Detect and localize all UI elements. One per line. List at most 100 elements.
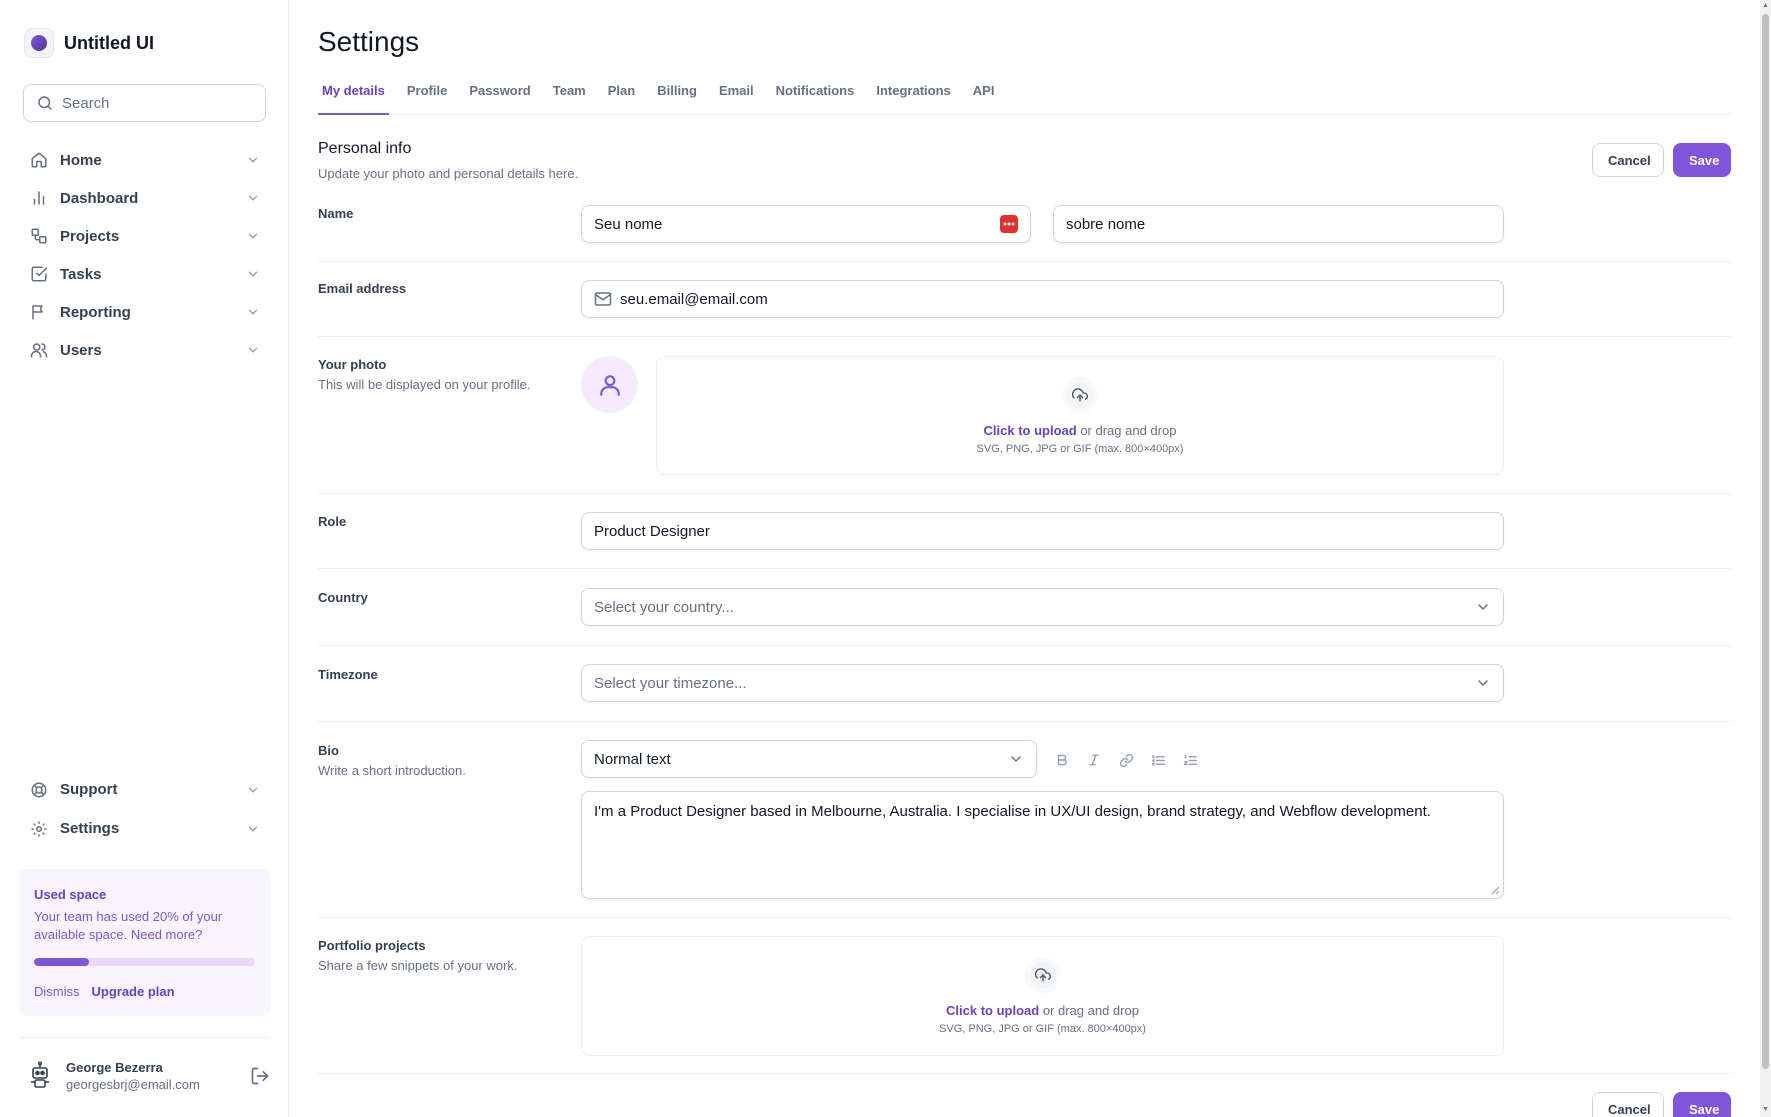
check-square-icon [31, 266, 48, 282]
users-icon [30, 343, 48, 358]
upgrade-plan-button[interactable]: Upgrade plan [92, 984, 175, 999]
numbered-list-button[interactable] [1181, 751, 1199, 769]
usage-card: Used space Your team has used 20% of you… [19, 869, 270, 1016]
text-format-value: Normal text [594, 750, 671, 768]
role-label: Role [318, 514, 347, 529]
tab-plan[interactable]: Plan [604, 78, 639, 115]
divider [318, 917, 1731, 918]
tab-integrations[interactable]: Integrations [872, 78, 954, 115]
photo-upload-dropzone[interactable]: Click to upload or drag and drop SVG, PN… [656, 356, 1504, 475]
dismiss-button[interactable]: Dismiss [34, 984, 80, 999]
chevron-down-icon [1011, 756, 1021, 763]
scroll-up-icon[interactable]: ▲ [1762, 2, 1769, 10]
sidebar-divider [19, 1037, 270, 1038]
sidebar-item-tasks[interactable]: Tasks [20, 255, 270, 293]
sidebar-item-label: Support [60, 781, 118, 798]
timezone-label: Timezone [318, 667, 378, 682]
portfolio-help: Share a few snippets of your work. [318, 958, 518, 973]
search-input[interactable] [62, 94, 242, 112]
email-field[interactable]: seu.email@email.com [581, 280, 1504, 318]
avatar [581, 356, 638, 413]
photo-label: Your photo [318, 357, 387, 372]
bio-value: I'm a Product Designer based in Melbourn… [594, 803, 1431, 820]
sidebar-item-dashboard[interactable]: Dashboard [20, 179, 270, 217]
bullet-list-icon [1151, 754, 1165, 766]
user-email: georgesbrj@email.com [66, 1077, 200, 1092]
life-buoy-icon [31, 782, 47, 797]
flag-icon [32, 305, 43, 320]
numbered-list-icon [1182, 754, 1197, 765]
tab-profile[interactable]: Profile [403, 78, 451, 115]
chevron-down-icon [248, 157, 258, 163]
cancel-button-bottom[interactable]: Cancel [1592, 1092, 1664, 1117]
tab-api[interactable]: API [969, 78, 999, 115]
country-placeholder: Select your country... [594, 598, 734, 616]
usage-title: Used space [34, 887, 107, 902]
usage-progress-bar [34, 958, 255, 966]
chevron-down-icon [248, 195, 258, 201]
last-name-field[interactable]: sobre nome [1053, 205, 1504, 243]
sidebar: Untitled UI Home Dashboard Projects Task… [0, 0, 289, 1117]
brand[interactable]: Untitled UI [24, 28, 154, 58]
resize-handle-icon[interactable] [1490, 885, 1500, 895]
link-button[interactable] [1117, 751, 1135, 769]
role-field[interactable]: Product Designer [581, 512, 1504, 550]
text-format-select[interactable]: Normal text [581, 740, 1037, 778]
logout-icon[interactable] [250, 1066, 270, 1086]
tab-billing[interactable]: Billing [653, 78, 701, 115]
user-profile: George Bezerra georgesbrj@email.com [24, 1058, 270, 1094]
chevron-down-icon [1478, 604, 1488, 611]
save-button[interactable]: Save [1673, 143, 1731, 177]
sidebar-item-settings[interactable]: Settings [20, 809, 270, 848]
sidebar-item-reporting[interactable]: Reporting [20, 293, 270, 331]
chevron-down-icon [248, 347, 258, 353]
page-scrollbar[interactable]: ▲ ▼ [1760, 0, 1771, 1117]
chevron-down-icon [248, 787, 258, 793]
avatar[interactable] [24, 1058, 56, 1094]
sidebar-item-projects[interactable]: Projects [20, 217, 270, 255]
chevron-down-icon [248, 826, 258, 832]
bio-help: Write a short introduction. [318, 763, 466, 778]
sidebar-item-label: Settings [60, 820, 120, 837]
bio-label: Bio [318, 743, 339, 758]
bullet-list-button[interactable] [1149, 751, 1167, 769]
first-name-value: Seu nome [594, 215, 663, 233]
timezone-select[interactable]: Select your timezone... [581, 664, 1504, 702]
section-subtitle: Update your photo and personal details h… [318, 166, 579, 181]
page-title: Settings [318, 26, 420, 57]
italic-button[interactable] [1085, 751, 1103, 769]
click-to-upload-link[interactable]: Click to upload [946, 1003, 1039, 1018]
divider [318, 1073, 1731, 1074]
portfolio-label: Portfolio projects [318, 938, 426, 953]
bio-textarea[interactable]: I'm a Product Designer based in Melbourn… [581, 791, 1504, 899]
chevron-down-icon [248, 233, 258, 239]
tab-password[interactable]: Password [465, 78, 534, 115]
photo-help: This will be displayed on your profile. [318, 377, 531, 392]
bold-button[interactable] [1053, 751, 1071, 769]
tab-notifications[interactable]: Notifications [772, 78, 859, 115]
name-label: Name [318, 206, 354, 221]
user-icon [599, 374, 620, 396]
save-button-bottom[interactable]: Save [1673, 1092, 1731, 1117]
sidebar-item-support[interactable]: Support [20, 770, 270, 809]
tab-email[interactable]: Email [715, 78, 758, 115]
sidebar-item-home[interactable]: Home [20, 141, 270, 179]
search-box[interactable] [23, 84, 266, 122]
country-label: Country [318, 590, 368, 605]
scroll-down-icon[interactable]: ▼ [1762, 1106, 1769, 1114]
click-to-upload-link[interactable]: Click to upload [984, 423, 1077, 438]
layers-icon [31, 228, 47, 244]
cancel-button[interactable]: Cancel [1592, 143, 1664, 177]
country-select[interactable]: Select your country... [581, 588, 1504, 626]
scrollbar-thumb[interactable] [1762, 14, 1769, 1069]
upload-hint: SVG, PNG, JPG or GIF (max. 800×400px) [939, 1023, 1146, 1035]
portfolio-upload-dropzone[interactable]: Click to upload or drag and drop SVG, PN… [581, 936, 1504, 1056]
password-manager-icon[interactable] [1000, 215, 1018, 233]
tab-team[interactable]: Team [549, 78, 590, 115]
first-name-field[interactable]: Seu nome [581, 205, 1031, 243]
section-title: Personal info [318, 140, 412, 157]
tab-my-details[interactable]: My details [318, 78, 389, 115]
role-value: Product Designer [594, 522, 710, 540]
sidebar-item-users[interactable]: Users [20, 331, 270, 369]
sidebar-item-label: Tasks [60, 265, 102, 283]
